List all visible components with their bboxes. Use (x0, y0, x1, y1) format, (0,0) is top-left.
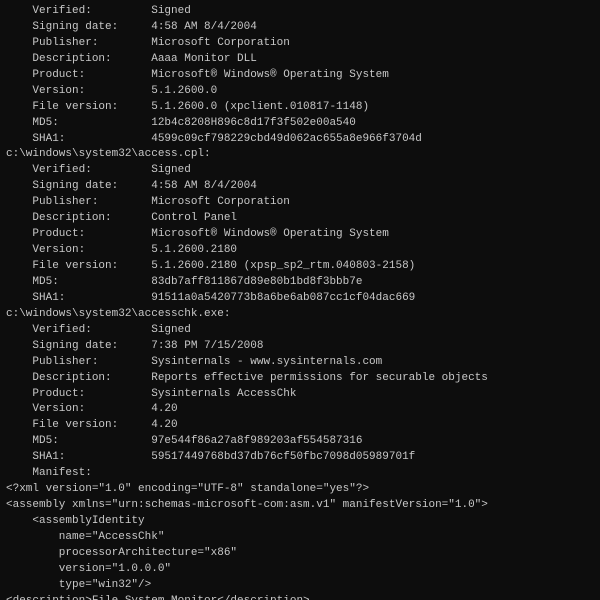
terminal-line: <description>File System Monitor</descri… (6, 594, 594, 600)
terminal-line: File version: 4.20 (6, 418, 594, 434)
terminal-line: Manifest: (6, 466, 594, 482)
terminal-output: Verified: Signed Signing date: 4:58 AM 8… (0, 0, 600, 600)
terminal-line: MD5: 12b4c8208H896c8d17f3f502e00a540 (6, 116, 594, 132)
terminal-line: Verified: Signed (6, 323, 594, 339)
terminal-line: File version: 5.1.2600.2180 (xpsp_sp2_rt… (6, 259, 594, 275)
terminal-line: Description: Control Panel (6, 211, 594, 227)
terminal-line: version="1.0.0.0" (6, 562, 594, 578)
terminal-line: File version: 5.1.2600.0 (xpclient.01081… (6, 100, 594, 116)
terminal-line: Product: Sysinternals AccessChk (6, 387, 594, 403)
terminal-line: Description: Aaaa Monitor DLL (6, 52, 594, 68)
terminal-line: SHA1: 59517449768bd37db76cf50fbc7098d059… (6, 450, 594, 466)
terminal-line: name="AccessChk" (6, 530, 594, 546)
terminal-line: Description: Reports effective permissio… (6, 371, 594, 387)
terminal-line: processorArchitecture="x86" (6, 546, 594, 562)
terminal-line: Signing date: 4:58 AM 8/4/2004 (6, 20, 594, 36)
terminal-line: Version: 5.1.2600.2180 (6, 243, 594, 259)
terminal-line: SHA1: 91511a0a5420773b8a6be6ab087cc1cf04… (6, 291, 594, 307)
terminal-line: Publisher: Microsoft Corporation (6, 36, 594, 52)
terminal-line: Signing date: 7:38 PM 7/15/2008 (6, 339, 594, 355)
terminal-line: Product: Microsoft® Windows® Operating S… (6, 68, 594, 84)
terminal-line: MD5: 83db7aff811867d89e80b1bd8f3bbb7e (6, 275, 594, 291)
terminal-line: type="win32"/> (6, 578, 594, 594)
terminal-line: Publisher: Microsoft Corporation (6, 195, 594, 211)
terminal-line: SHA1: 4599c09cf798229cbd49d062ac655a8e96… (6, 132, 594, 148)
terminal-line: MD5: 97e544f86a27a8f989203af554587316 (6, 434, 594, 450)
terminal-line: Version: 4.20 (6, 402, 594, 418)
terminal-line: c:\windows\system32\access.cpl: (6, 147, 594, 163)
terminal-line: <assembly xmlns="urn:schemas-microsoft-c… (6, 498, 594, 514)
terminal-line: Signing date: 4:58 AM 8/4/2004 (6, 179, 594, 195)
terminal-line: <assemblyIdentity (6, 514, 594, 530)
terminal-line: Publisher: Sysinternals - www.sysinterna… (6, 355, 594, 371)
terminal-line: Product: Microsoft® Windows® Operating S… (6, 227, 594, 243)
terminal-line: Version: 5.1.2600.0 (6, 84, 594, 100)
terminal-line: Verified: Signed (6, 163, 594, 179)
terminal-line: <?xml version="1.0" encoding="UTF-8" sta… (6, 482, 594, 498)
terminal-line: Verified: Signed (6, 4, 594, 20)
terminal-line: c:\windows\system32\accesschk.exe: (6, 307, 594, 323)
